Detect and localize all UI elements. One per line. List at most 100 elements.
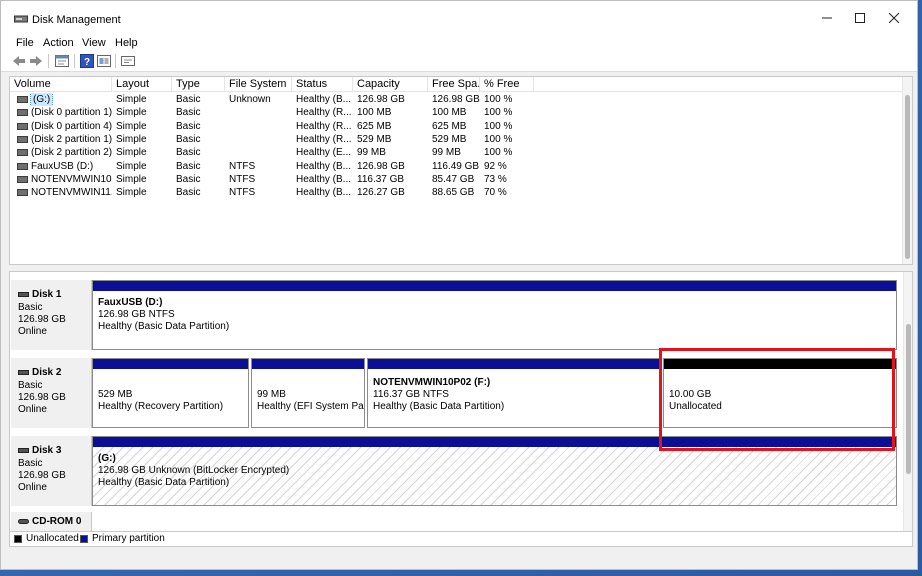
table-row[interactable]: (G:) Simple Basic Unknown Healthy (B... 126.9…: [10, 93, 902, 106]
disk-3-label: Disk 3: [32, 445, 62, 456]
cell-status: Healthy (B...: [296, 94, 352, 105]
close-button[interactable]: [883, 9, 905, 29]
partition-label: FauxUSB (D:): [98, 297, 163, 308]
menu-view[interactable]: View: [82, 37, 106, 49]
console-icon[interactable]: [120, 54, 136, 68]
unallocated-swatch: [14, 535, 22, 543]
partition-g-bitlocker[interactable]: (G:) 126.98 GB Unknown (BitLocker Encryp…: [92, 436, 897, 506]
partition-size: 126.98 GB NTFS: [98, 309, 175, 320]
column-type[interactable]: Type: [172, 77, 225, 92]
table-row[interactable]: (Disk 0 partition 1) Simple Basic Healthy (…: [10, 106, 902, 119]
scrollbar-thumb[interactable]: [905, 95, 910, 259]
cell-capacity: 126.98 GB: [357, 160, 405, 172]
disk-3-type: Basic: [18, 458, 43, 469]
disk-icon: [18, 291, 29, 297]
column-volume[interactable]: Volume: [10, 77, 112, 92]
menu-file[interactable]: File: [16, 37, 34, 49]
cell-type: Basic: [176, 187, 201, 199]
cell-status: Healthy (R...: [296, 120, 352, 132]
partition-notenvmwin10p02-f[interactable]: NOTENVMWIN10P02 (F:) 116.37 GB NTFS Heal…: [367, 358, 661, 428]
scrollbar-thumb[interactable]: [906, 324, 911, 474]
cell-status: Healthy (R...: [296, 133, 352, 145]
legend: Unallocated Primary partition: [9, 532, 913, 547]
cell-layout: Simple: [116, 120, 147, 132]
toolbar-separator: [48, 54, 49, 68]
disk-1-label: Disk 1: [32, 289, 62, 300]
maximize-button[interactable]: [849, 9, 871, 29]
cell-volume: (Disk 2 partition 2): [14, 146, 112, 159]
cell-status: Healthy (B...: [296, 160, 352, 172]
help-icon[interactable]: ?: [79, 54, 95, 68]
primary-partition-bar: [93, 281, 896, 291]
column-percent-free[interactable]: % Free: [480, 77, 534, 92]
disk-1-name: Disk 1: [18, 289, 61, 300]
disk-2-row: Disk 2 Basic 126.98 GB Online 529 MB Hea…: [10, 358, 906, 428]
status-bar: [1, 551, 917, 569]
partition-size: 529 MB: [98, 389, 133, 400]
volume-list[interactable]: Volume Layout Type File System Status Ca…: [9, 76, 913, 265]
drive-icon: [17, 135, 28, 143]
close-icon: [888, 12, 900, 24]
disk-icon: [18, 369, 29, 375]
cell-capacity: 625 MB: [357, 120, 392, 132]
drive-icon: [17, 175, 28, 183]
toolbar-separator: [74, 54, 75, 68]
table-row[interactable]: NOTENVMWIN10... Simple Basic NTFS Healthy (B…: [10, 173, 902, 186]
volume-list-header: Volume Layout Type File System Status Ca…: [10, 77, 912, 92]
table-row[interactable]: NOTENVMWIN11... Simple Basic NTFS Healthy (B…: [10, 186, 902, 199]
cell-volume: FauxUSB (D:): [14, 160, 112, 173]
column-status[interactable]: Status: [292, 77, 353, 92]
drive-icon: [17, 109, 28, 117]
table-row[interactable]: FauxUSB (D:) Simple Basic NTFS Healthy (B...…: [10, 160, 902, 173]
partition-size: 10.00 GB: [669, 389, 712, 400]
drive-icon: [17, 96, 28, 103]
cell-type: Basic: [176, 147, 201, 159]
partition-recovery[interactable]: 529 MB Healthy (Recovery Partition): [92, 358, 249, 428]
partition-fauxusb-d[interactable]: FauxUSB (D:) 126.98 GB NTFS Healthy (Bas…: [92, 280, 897, 350]
table-row[interactable]: (Disk 2 partition 2) Simple Basic Healthy (…: [10, 146, 902, 159]
disk-2-info[interactable]: Disk 2 Basic 126.98 GB Online: [11, 358, 92, 428]
refresh-icon[interactable]: [96, 54, 112, 68]
cell-capacity: 529 MB: [357, 133, 392, 145]
volume-list-scrollbar[interactable]: [902, 77, 912, 264]
cdrom-info[interactable]: CD-ROM 0: [11, 512, 92, 531]
cdrom-row: CD-ROM 0: [10, 512, 906, 531]
partition-unallocated[interactable]: 10.00 GB Unallocated: [663, 358, 897, 428]
menu-help[interactable]: Help: [115, 37, 138, 49]
menu-action[interactable]: Action: [43, 37, 74, 49]
cell-free: 85.47 GB: [432, 173, 475, 185]
back-arrow-icon[interactable]: [11, 54, 27, 68]
column-file-system[interactable]: File System: [225, 77, 292, 92]
partition-status: Healthy (Basic Data Partition): [373, 401, 505, 412]
cell-layout: Simple: [116, 187, 147, 199]
partition-status: Healthy (Recovery Partition): [98, 401, 224, 412]
menu-bar: File Action View Help: [1, 35, 917, 51]
partition-status: Healthy (Basic Data Partition): [98, 321, 230, 332]
column-capacity[interactable]: Capacity: [353, 77, 428, 92]
legend-primary-partition: Primary partition: [92, 533, 165, 544]
table-row[interactable]: (Disk 0 partition 4) Simple Basic Healthy (…: [10, 120, 902, 133]
disk-view-scrollbar[interactable]: [903, 272, 912, 531]
properties-icon[interactable]: [54, 54, 70, 68]
partition-efi-system[interactable]: 99 MB Healthy (EFI System Parti: [251, 358, 365, 428]
cell-capacity: 126.98 GB: [357, 94, 405, 105]
partition-status: Healthy (EFI System Parti: [257, 401, 365, 412]
partition-size: 126.98 GB Unknown (BitLocker Encrypted): [98, 465, 290, 476]
primary-partition-bar: [368, 359, 660, 369]
disk-3-info[interactable]: Disk 3 Basic 126.98 GB Online: [11, 436, 92, 506]
cell-capacity: 126.27 GB: [357, 187, 405, 199]
column-layout[interactable]: Layout: [112, 77, 172, 92]
volume-name: (Disk 0 partition 1): [31, 107, 112, 119]
drive-icon: [17, 162, 28, 170]
table-row[interactable]: (Disk 2 partition 1) Simple Basic Healthy (…: [10, 133, 902, 146]
disk-1-info[interactable]: Disk 1 Basic 126.98 GB Online: [11, 280, 92, 350]
disk-3-name: Disk 3: [18, 445, 61, 456]
cell-fs: NTFS: [229, 173, 256, 185]
minimize-icon: [822, 17, 832, 19]
column-free-space[interactable]: Free Spa...: [428, 77, 480, 92]
forward-arrow-icon[interactable]: [28, 54, 44, 68]
disk-icon: [18, 447, 29, 453]
toolbar: ?: [1, 51, 917, 72]
window-title: Disk Management: [32, 14, 121, 26]
minimize-button[interactable]: [816, 9, 838, 29]
